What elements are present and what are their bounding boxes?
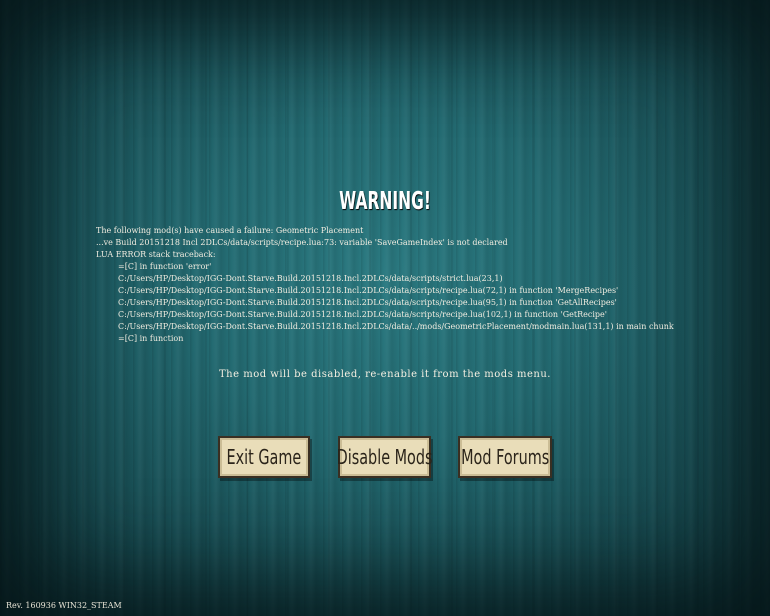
error-line: LUA ERROR stack traceback: <box>96 250 216 259</box>
exit-game-label: Exit Game <box>226 445 302 469</box>
mod-forums-label: Mod Forums <box>460 445 550 469</box>
error-message: The following mod(s) have caused a failu… <box>96 225 736 345</box>
traceback-line: C:/Users/HP/Desktop/IGG-Dont.Starve.Buil… <box>118 286 619 295</box>
traceback-line: C:/Users/HP/Desktop/IGG-Dont.Starve.Buil… <box>118 322 674 331</box>
exit-game-button[interactable]: Exit Game <box>218 436 310 478</box>
traceback-line: C:/Users/HP/Desktop/IGG-Dont.Starve.Buil… <box>118 274 503 283</box>
error-line: ...ve Build 20151218 Incl 2DLCs/data/scr… <box>96 238 508 247</box>
disable-note: The mod will be disabled, re-enable it f… <box>219 369 551 380</box>
mod-forums-button[interactable]: Mod Forums <box>458 436 552 478</box>
disable-mods-label: Disable Mods <box>336 445 433 469</box>
traceback-line: =[C] in function 'error' <box>118 262 212 271</box>
traceback-line: C:/Users/HP/Desktop/IGG-Dont.Starve.Buil… <box>118 310 607 319</box>
disable-mods-button[interactable]: Disable Mods <box>336 436 433 478</box>
traceback-line: =[C] in function <box>118 334 184 343</box>
revision-label: Rev. 160936 WIN32_STEAM <box>6 601 122 610</box>
warning-title: WARNING! <box>339 186 431 215</box>
error-screen: WARNING! The following mod(s) have cause… <box>0 0 770 616</box>
error-line: The following mod(s) have caused a failu… <box>96 226 364 235</box>
traceback-line: C:/Users/HP/Desktop/IGG-Dont.Starve.Buil… <box>118 298 617 307</box>
